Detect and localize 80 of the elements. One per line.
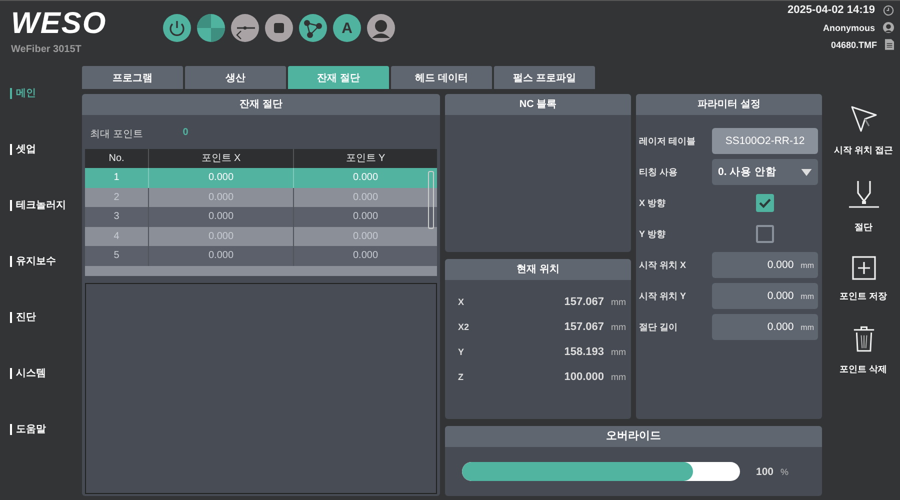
cursor-icon	[848, 104, 878, 134]
table-cell-text: 0.000	[352, 190, 380, 205]
sidebar-item[interactable]: 도움말	[10, 424, 46, 435]
file-name: 04680.TMF	[830, 40, 877, 50]
stop-button[interactable]	[265, 14, 293, 42]
user-name: Anonymous	[822, 22, 875, 32]
action-button[interactable]: 포인트 삭제	[828, 325, 898, 376]
parameter-label: X 방향	[639, 196, 667, 210]
position-value: 100.000	[563, 371, 604, 383]
parameter-label: 티칭 사용	[639, 166, 679, 178]
action-button[interactable]: 시작 위치 접근	[828, 104, 898, 157]
parameter-label: 레이저 테이블	[639, 134, 697, 148]
max-points-value: 0	[182, 127, 188, 140]
table-row[interactable]: 5 0.000 0.000	[85, 246, 437, 266]
document-icon	[885, 39, 894, 50]
sidebar-item[interactable]: 진단	[10, 312, 36, 323]
panel-title: 오버라이드	[445, 426, 822, 447]
override-slider[interactable]	[462, 462, 740, 481]
column-header: 포인트 Y	[344, 152, 386, 166]
power-button[interactable]	[163, 14, 191, 42]
sidebar-item[interactable]: 메인	[10, 88, 36, 99]
parameter-label: 시작 위치 Y	[639, 290, 688, 302]
panel-title: 파라미터 설정	[636, 94, 822, 115]
parameter-label: Y 방향	[639, 228, 666, 240]
override-value: 100	[756, 466, 774, 478]
tab[interactable]: 펄스 프로파일	[494, 66, 595, 89]
nozzle-icon	[848, 179, 880, 211]
network-button[interactable]	[299, 14, 327, 42]
tab[interactable]: 생산	[185, 66, 286, 89]
table-row[interactable]: 3 0.000 0.000	[85, 207, 437, 227]
axis-label: Y	[458, 347, 466, 357]
unit-label: mm	[611, 347, 626, 357]
position-value: 157.067	[563, 296, 604, 308]
machine-model: WeFiber 3015T	[11, 44, 82, 55]
clock-icon	[883, 4, 894, 16]
dropdown[interactable]: 0. 사용 안함	[712, 159, 818, 185]
checkbox[interactable]	[756, 225, 774, 243]
date-time: 2025-04-02 14:19	[788, 4, 875, 16]
back-button[interactable]	[231, 14, 259, 42]
input-field[interactable]: 0.000 mm	[712, 314, 818, 340]
checkbox[interactable]	[756, 194, 774, 212]
position-value: 157.067	[563, 321, 604, 333]
action-button[interactable]: 포인트 저장	[828, 256, 898, 303]
pie-button[interactable]	[197, 14, 225, 42]
unit-label: mm	[611, 297, 626, 307]
logo: WESO	[11, 7, 108, 41]
unit-label: %	[780, 466, 789, 476]
input-field[interactable]: 0.000 mm	[712, 283, 818, 309]
panel-title: 현재 위치	[445, 259, 631, 280]
unit-label: mm	[611, 372, 626, 382]
input-field[interactable]: 0.000 mm	[712, 252, 818, 278]
axis-label: Z	[458, 372, 464, 382]
parameter-label: 절단 길이	[639, 320, 679, 334]
tab[interactable]: 프로그램	[82, 66, 183, 89]
unit-label: mm	[611, 322, 626, 332]
sidebar-item[interactable]: 셋업	[10, 144, 36, 155]
table-cell-text: 0.000	[352, 249, 380, 264]
axis-label: X	[458, 297, 466, 307]
add-icon	[852, 256, 876, 280]
table-cell-text: 0.000	[352, 171, 380, 185]
table-cell-text: 0.000	[352, 230, 380, 244]
auto-button[interactable]: A	[333, 14, 361, 42]
panel-title: NC 블록	[445, 94, 631, 115]
parameter-label: 시작 위치 X	[639, 258, 688, 272]
table-cell-text: 0.000	[352, 210, 380, 224]
sidebar-item[interactable]: 유지보수	[10, 256, 56, 267]
action-button[interactable]: 절단	[828, 179, 898, 234]
scrollbar[interactable]	[428, 171, 434, 229]
user-icon	[883, 22, 894, 33]
max-points-label: 최대 포인트	[90, 128, 143, 142]
laser-table-button[interactable]: SS100O2-RR-12	[712, 128, 818, 154]
sidebar-item[interactable]: 테크놀러지	[10, 200, 66, 211]
position-value: 158.193	[563, 346, 604, 358]
user-button[interactable]	[367, 14, 395, 42]
tab[interactable]: 헤드 데이터	[391, 66, 492, 89]
sidebar-item[interactable]: 시스템	[10, 368, 46, 379]
panel-title: 잔재 절단	[82, 94, 440, 115]
caret-icon	[801, 168, 812, 176]
trash-icon	[852, 325, 874, 353]
axis-label: X2	[458, 322, 470, 332]
